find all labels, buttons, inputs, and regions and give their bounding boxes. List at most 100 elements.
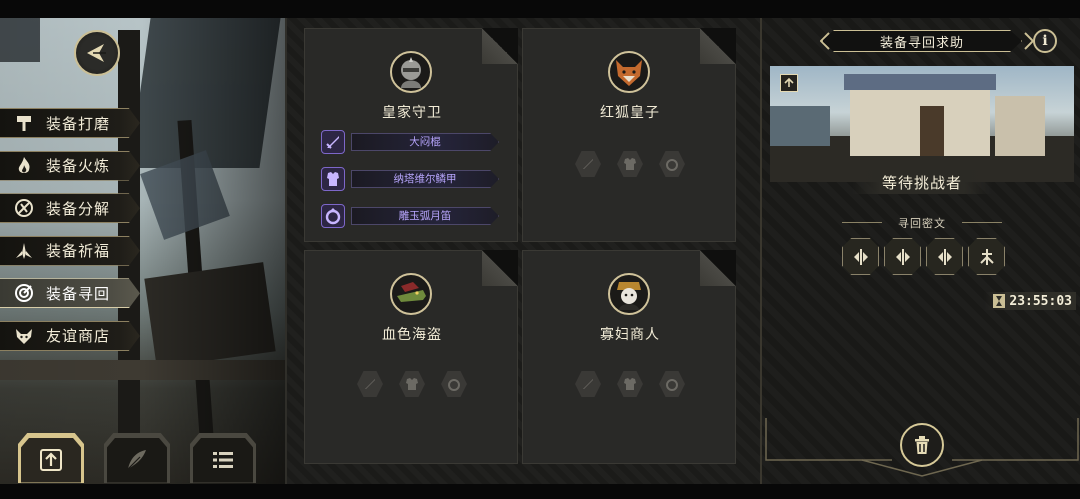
status-text: 等待挑战者: [881, 173, 962, 192]
equipment-row[interactable]: 大闷棍: [321, 130, 521, 154]
menu-item-bless[interactable]: 装备祈福: [0, 235, 140, 266]
menu-item-label: 友谊商店: [46, 327, 111, 346]
character-card[interactable]: 寡妇商人: [522, 250, 736, 464]
sword-icon: [583, 379, 593, 389]
equipment-row[interactable]: 纳塔维尔鳞甲: [321, 167, 521, 191]
empty-equipment-slots: [575, 151, 685, 177]
menu-item-label: 装备分解: [46, 199, 111, 218]
character-name: 红狐皇子: [600, 105, 660, 121]
empty-accessory-slot[interactable]: [441, 371, 467, 397]
fox-portrait: [608, 51, 650, 93]
empty-armor-slot[interactable]: [617, 371, 643, 397]
split-icon: [10, 194, 38, 222]
rune-a-icon: [853, 248, 868, 265]
list-icon: [213, 452, 233, 468]
feather-icon: [127, 450, 146, 470]
sword-icon: [583, 159, 593, 169]
back-arrow-icon: [87, 44, 106, 62]
retrieve-help-panel: 装备寻回求助 i 等待挑战者 寻回密文 23:55:03: [760, 18, 1080, 484]
equipment-name: 雕玉弧月笛: [351, 207, 499, 225]
rune-b-icon: [895, 248, 910, 265]
rune-c-icon: [937, 248, 952, 265]
ring-icon: [666, 379, 678, 391]
character-name: 寡妇商人: [600, 327, 660, 343]
armor-icon: [624, 378, 636, 390]
up-arrow-icon: [784, 77, 794, 87]
ring-icon: [448, 379, 460, 391]
back-button[interactable]: [74, 30, 120, 76]
upload-button[interactable]: [18, 433, 84, 483]
equipment-list: 大闷棍 纳塔维尔鳞甲 雕玉弧月笛: [321, 130, 521, 241]
side-menu: 装备打磨 装备火炼 装备分解 装备祈福 装备寻回 友谊商店: [0, 108, 140, 364]
menu-item-shop[interactable]: 友谊商店: [0, 320, 140, 351]
character-name: 皇家守卫: [382, 105, 442, 121]
cipher-label: 寻回密文: [822, 215, 1022, 231]
armor-icon: [406, 378, 418, 390]
menu-item-label: 装备火炼: [46, 157, 111, 176]
top-letterbox: [0, 0, 1080, 18]
page-fold-decoration: [482, 28, 518, 64]
hourglass-icon: [993, 294, 1006, 308]
character-card[interactable]: 血色海盗: [304, 250, 518, 464]
menu-item-dismantle[interactable]: 装备分解: [0, 193, 140, 224]
knight-portrait: [390, 51, 432, 93]
share-button[interactable]: [780, 74, 798, 92]
feather-button[interactable]: [104, 433, 170, 483]
page-fold-decoration: [700, 250, 736, 286]
croc-portrait: [390, 273, 432, 315]
empty-accessory-slot[interactable]: [659, 151, 685, 177]
menu-item-label: 装备祈福: [46, 242, 111, 261]
character-name: 血色海盗: [382, 327, 442, 343]
countdown-timer: 23:55:03: [984, 292, 1076, 310]
menu-item-retrieve[interactable]: 装备寻回: [0, 278, 140, 309]
menu-item-forge[interactable]: 装备火炼: [0, 150, 140, 181]
ring-icon: [666, 159, 678, 171]
hammer-icon: [10, 109, 38, 137]
target-icon: [10, 279, 38, 307]
character-card[interactable]: 红狐皇子: [522, 28, 736, 242]
rune-slot[interactable]: [884, 238, 921, 275]
page-fold-decoration: [700, 28, 736, 64]
cipher-runes: [842, 238, 1005, 275]
menu-item-label: 装备打磨: [46, 114, 111, 133]
empty-armor-slot[interactable]: [399, 371, 425, 397]
list-button[interactable]: [190, 433, 256, 483]
character-card[interactable]: 皇家守卫 大闷棍 纳塔维尔鳞甲 雕玉弧月笛: [304, 28, 518, 242]
equipment-name: 纳塔维尔鳞甲: [351, 170, 499, 188]
rune-slot[interactable]: [968, 238, 1005, 275]
empty-weapon-slot[interactable]: [575, 151, 601, 177]
empty-equipment-slots: [357, 371, 467, 397]
armor-icon: [321, 167, 345, 191]
rune-slot[interactable]: [842, 238, 879, 275]
empty-armor-slot[interactable]: [617, 151, 643, 177]
rune-d-icon: [979, 248, 994, 265]
menu-item-polish[interactable]: 装备打磨: [0, 108, 140, 138]
equipment-name: 大闷棍: [351, 133, 499, 151]
panel-title: 装备寻回求助: [822, 30, 1022, 52]
page-fold-decoration: [482, 250, 518, 286]
fox-icon: [10, 322, 38, 350]
flame-icon: [10, 152, 38, 180]
empty-accessory-slot[interactable]: [659, 371, 685, 397]
challenge-scene-image: [770, 66, 1074, 182]
character-grid: 皇家守卫 大闷棍 纳塔维尔鳞甲 雕玉弧月笛 红狐皇子 血色海盗 寡妇商人: [285, 18, 760, 484]
sword-icon: [365, 379, 375, 389]
empty-weapon-slot[interactable]: [575, 371, 601, 397]
empty-weapon-slot[interactable]: [357, 371, 383, 397]
bottom-toolbar: [18, 433, 256, 483]
ring-icon: [321, 204, 345, 228]
panel-title-text: 装备寻回求助: [879, 35, 964, 51]
equipment-row[interactable]: 雕玉弧月笛: [321, 204, 521, 228]
info-button[interactable]: i: [1033, 29, 1057, 53]
upload-icon: [40, 449, 62, 471]
bless-icon: [10, 237, 38, 265]
rune-slot[interactable]: [926, 238, 963, 275]
status-banner: 等待挑战者: [852, 170, 992, 194]
armor-icon: [624, 158, 636, 170]
sword-icon: [321, 130, 345, 154]
menu-item-label: 装备寻回: [46, 284, 111, 303]
empty-equipment-slots: [575, 371, 685, 397]
timer-text: 23:55:03: [1009, 293, 1072, 309]
delete-button[interactable]: [900, 423, 944, 467]
trash-icon: [915, 436, 929, 454]
